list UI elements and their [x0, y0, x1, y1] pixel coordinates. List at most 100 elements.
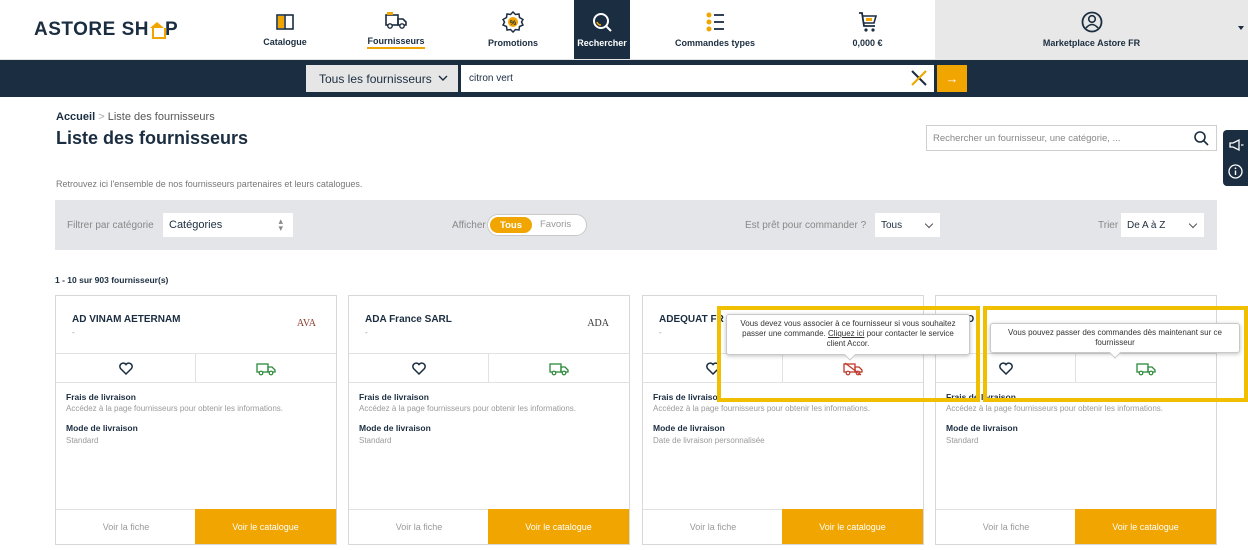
nav-commandes-types[interactable]: Commandes types — [630, 0, 800, 59]
chevron-down-icon — [438, 75, 448, 81]
supplier-scope-value: Tous les fournisseurs — [319, 71, 432, 86]
svg-text:%: % — [510, 20, 517, 27]
delivery-mode-title: Mode de livraison — [946, 423, 1018, 433]
nav-fournisseurs-label: Fournisseurs — [367, 36, 425, 49]
truck-check-icon — [256, 362, 276, 375]
supplier-card: ADA France SARL - ADA Frais de livraison… — [348, 295, 630, 545]
sort-label: Trier — [1098, 220, 1119, 231]
shipping-fee-text: Accédez à la page fournisseurs pour obte… — [359, 404, 577, 413]
up-down-icon: ▴ ▾ — [278, 216, 283, 233]
delivery-mode-title: Mode de livraison — [653, 423, 725, 433]
brand-logo[interactable]: ASTORE SH P — [0, 0, 230, 59]
page-title: Liste des fournisseurs — [56, 128, 249, 148]
order-status-button[interactable] — [489, 354, 629, 383]
nav-catalogue[interactable]: Catalogue — [230, 0, 340, 59]
brand-logo-text-end: P — [165, 18, 179, 40]
truck-check-icon — [549, 362, 569, 375]
nav-rechercher-label: Rechercher — [577, 38, 627, 48]
sort-value: De A à Z — [1127, 219, 1166, 231]
shipping-fee-text: Accédez à la page fournisseurs pour obte… — [946, 404, 1164, 413]
nav-cart[interactable]: 0,000 € — [800, 0, 935, 59]
card-actions — [56, 353, 336, 383]
book-icon — [276, 14, 294, 30]
delivery-mode-title: Mode de livraison — [66, 423, 138, 433]
supplier-name[interactable]: ADEQUAT FR — [659, 314, 724, 325]
megaphone-icon[interactable] — [1228, 138, 1244, 152]
supplier-card: AD VINAM AETERNAM - AVA Frais de livrais… — [55, 295, 337, 545]
nav-catalogue-label: Catalogue — [263, 37, 307, 47]
ready-to-order-select[interactable]: Tous — [875, 213, 940, 237]
breadcrumb: Accueil > Liste des fournisseurs — [56, 111, 215, 123]
list-icon — [706, 12, 724, 32]
shipping-fee-text: Accédez à la page fournisseurs pour obte… — [66, 404, 284, 413]
nav-user-label: Marketplace Astore FR — [1042, 38, 1141, 48]
clear-search-icon[interactable] — [909, 68, 929, 88]
favorite-button[interactable] — [56, 354, 196, 383]
order-status-button[interactable] — [196, 354, 336, 383]
side-help-tab — [1223, 130, 1248, 186]
breadcrumb-home[interactable]: Accueil — [56, 111, 95, 123]
view-catalogue-button[interactable]: Voir le catalogue — [782, 509, 923, 544]
view-profile-button[interactable]: Voir la fiche — [56, 509, 196, 544]
view-profile-button[interactable]: Voir la fiche — [936, 509, 1076, 544]
favorite-button[interactable] — [349, 354, 489, 383]
house-icon — [150, 22, 167, 39]
user-icon — [1081, 11, 1102, 33]
supplier-search-input[interactable]: Rechercher un fournisseur, une catégorie… — [926, 125, 1217, 151]
breadcrumb-separator: > — [98, 111, 105, 123]
info-icon[interactable] — [1228, 164, 1243, 179]
delivery-mode-text: Standard — [66, 436, 99, 445]
search-input[interactable]: citron vert — [461, 65, 934, 92]
view-profile-button[interactable]: Voir la fiche — [349, 509, 489, 544]
supplier-search-placeholder: Rechercher un fournisseur, une catégorie… — [933, 132, 1121, 144]
percent-badge-icon: % — [502, 11, 524, 33]
show-label: Afficher — [452, 220, 486, 231]
show-toggle[interactable]: Tous Favoris — [487, 214, 587, 236]
search-icon[interactable] — [1193, 130, 1209, 146]
nav-rechercher[interactable]: Rechercher — [574, 0, 630, 59]
shipping-fee-title: Frais de livraiso — [653, 392, 718, 402]
page-intro: Retrouvez ici l'ensemble de nos fourniss… — [56, 179, 363, 189]
heart-icon — [411, 362, 426, 375]
search-input-value: citron vert — [469, 73, 513, 84]
arrow-right-icon: → — [945, 71, 959, 86]
view-catalogue-button[interactable]: Voir le catalogue — [195, 509, 336, 544]
shipping-fee-text: Accédez à la page fournisseurs pour obte… — [653, 404, 871, 413]
delivery-mode-title: Mode de livraison — [359, 423, 431, 433]
delivery-mode-text: Date de livraison personnalisée — [653, 436, 765, 445]
nav-commandes-types-label: Commandes types — [674, 38, 756, 48]
search-icon — [593, 13, 612, 32]
toggle-all-option[interactable]: Tous — [490, 217, 532, 233]
category-filter-select[interactable]: Catégories ▴ ▾ — [163, 213, 293, 237]
chevron-down-icon — [1238, 26, 1244, 30]
supplier-logo: ADA — [587, 318, 609, 329]
cart-amount: 0,000 € — [852, 38, 883, 48]
search-bar: Tous les fournisseurs citron vert → — [0, 60, 1248, 97]
results-count: 1 - 10 sur 903 fournisseur(s) — [55, 275, 169, 285]
top-navigation: ASTORE SH P Catalogue Fournisseurs % Prom… — [0, 0, 1248, 60]
nav-promotions-label: Promotions — [487, 38, 538, 48]
cart-icon — [858, 12, 877, 32]
sort-select[interactable]: De A à Z — [1121, 213, 1204, 237]
nav-user-menu[interactable]: Marketplace Astore FR — [935, 0, 1248, 59]
view-catalogue-button[interactable]: Voir le catalogue — [488, 509, 629, 544]
breadcrumb-current: Liste des fournisseurs — [107, 111, 215, 123]
heart-icon — [118, 362, 133, 375]
chevron-down-icon — [1188, 219, 1198, 229]
card-actions — [349, 353, 629, 383]
nav-fournisseurs[interactable]: Fournisseurs — [340, 0, 452, 59]
ready-to-order-value: Tous — [881, 219, 903, 231]
supplier-name[interactable]: AD VINAM AETERNAM — [72, 314, 181, 325]
view-catalogue-button[interactable]: Voir le catalogue — [1075, 509, 1216, 544]
supplier-scope-dropdown[interactable]: Tous les fournisseurs — [306, 65, 458, 92]
view-profile-button[interactable]: Voir la fiche — [643, 509, 783, 544]
highlight-box — [983, 306, 1248, 402]
truck-icon — [385, 11, 407, 29]
supplier-subtitle: - — [659, 328, 662, 337]
supplier-name[interactable]: ADA France SARL — [365, 314, 452, 325]
search-submit-button[interactable]: → — [937, 65, 967, 92]
filter-bar: Filtrer par catégorie Catégories ▴ ▾ Affi… — [55, 200, 1217, 250]
toggle-favorites-option[interactable]: Favoris — [540, 219, 571, 230]
shipping-fee-title: Frais de livraison — [66, 392, 136, 402]
nav-promotions[interactable]: % Promotions — [452, 0, 574, 59]
